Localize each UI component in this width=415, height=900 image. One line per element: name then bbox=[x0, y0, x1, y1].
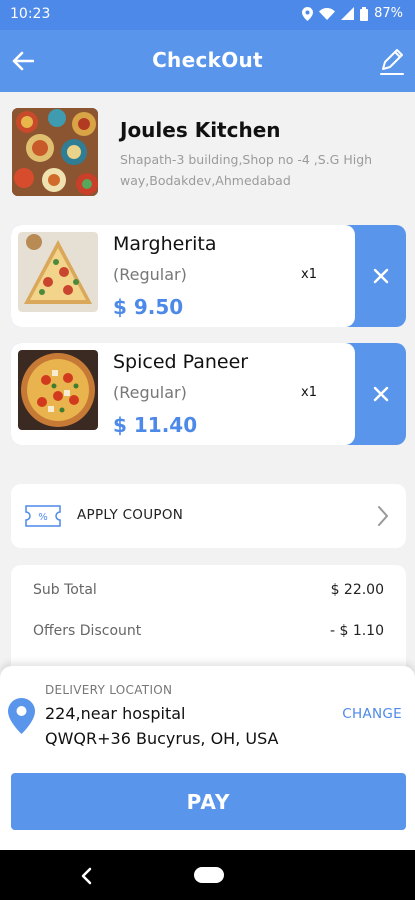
item-name: Margherita bbox=[113, 233, 217, 255]
item-variant: (Regular) bbox=[113, 383, 187, 402]
item-variant: (Regular) bbox=[113, 265, 187, 284]
item-price: $ 9.50 bbox=[113, 295, 184, 319]
status-bar: 10:23 87% bbox=[0, 0, 415, 30]
battery-percent: 87% bbox=[374, 6, 403, 21]
location-status-icon bbox=[302, 6, 314, 21]
battery-icon bbox=[360, 6, 369, 21]
restaurant-name: Joules Kitchen bbox=[120, 118, 281, 142]
coupon-label: APPLY COUPON bbox=[77, 507, 184, 523]
close-icon bbox=[373, 268, 388, 284]
restaurant-address: Shapath-3 building,Shop no -4 ,S.G High … bbox=[120, 152, 373, 188]
item-name: Spiced Paneer bbox=[113, 351, 249, 373]
page-title: CheckOut bbox=[152, 48, 263, 72]
pay-button[interactable]: PAY bbox=[11, 773, 406, 830]
order-summary: Sub Total $ 22.00 Offers Discount - $ 1.… bbox=[11, 565, 406, 675]
cart-item: Spiced Paneer (Regular) x1 $ 11.40 bbox=[11, 343, 406, 445]
item-quantity: x1 bbox=[301, 385, 317, 400]
chevron-right-icon bbox=[378, 506, 388, 526]
close-icon bbox=[373, 386, 388, 402]
system-nav-bar bbox=[0, 850, 415, 900]
delivery-address-line2: QWQR+36 Bucyrus, OH, USA bbox=[45, 729, 279, 748]
nav-home-button[interactable] bbox=[194, 867, 224, 883]
change-location-button[interactable]: CHANGE bbox=[342, 706, 402, 722]
location-pin-icon bbox=[8, 698, 35, 734]
nav-back-icon[interactable] bbox=[75, 864, 99, 888]
wifi-icon bbox=[319, 7, 336, 20]
item-image bbox=[18, 232, 98, 312]
status-icons: 87% bbox=[302, 6, 403, 21]
delivery-panel: DELIVERY LOCATION 224,near hospital QWQR… bbox=[0, 666, 415, 850]
subtotal-value: $ 22.00 bbox=[330, 582, 384, 598]
discount-label: Offers Discount bbox=[33, 623, 142, 639]
item-price: $ 11.40 bbox=[113, 413, 198, 437]
delivery-address-line1: 224,near hospital bbox=[45, 704, 186, 723]
item-quantity: x1 bbox=[301, 267, 317, 282]
item-image bbox=[18, 350, 98, 430]
pencil-icon bbox=[380, 49, 404, 75]
restaurant-image bbox=[12, 108, 98, 196]
signal-icon bbox=[341, 7, 355, 20]
remove-item-button[interactable] bbox=[355, 225, 406, 327]
app-bar: CheckOut bbox=[0, 30, 415, 92]
status-time: 10:23 bbox=[10, 6, 51, 22]
cart-item-details: Margherita (Regular) x1 $ 9.50 bbox=[11, 225, 355, 327]
cart-item-details: Spiced Paneer (Regular) x1 $ 11.40 bbox=[11, 343, 355, 445]
apply-coupon-button[interactable]: % APPLY COUPON bbox=[11, 484, 406, 548]
discount-value: - $ 1.10 bbox=[329, 623, 384, 639]
delivery-label: DELIVERY LOCATION bbox=[45, 683, 173, 697]
svg-text:%: % bbox=[38, 512, 48, 523]
coupon-icon: % bbox=[25, 505, 61, 527]
cart-item: Margherita (Regular) x1 $ 9.50 bbox=[11, 225, 406, 327]
edit-button[interactable] bbox=[375, 44, 409, 78]
subtotal-label: Sub Total bbox=[33, 582, 97, 598]
remove-item-button[interactable] bbox=[355, 343, 406, 445]
